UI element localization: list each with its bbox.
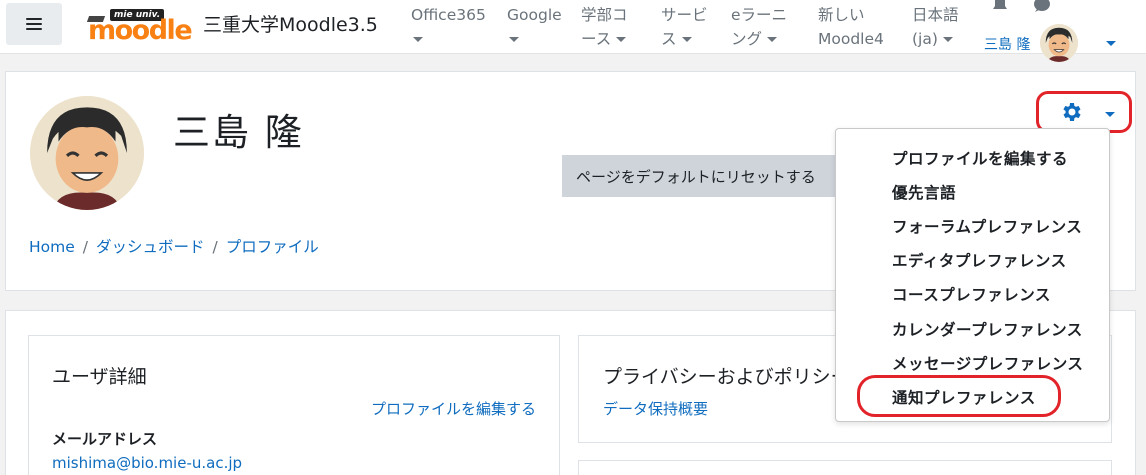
nav-google[interactable]: Google — [507, 3, 562, 51]
menu-item-editor-preferences[interactable]: エディタプレファレンス — [892, 249, 1067, 271]
nav-new-moodle4[interactable]: 新しい Moodle4 — [818, 3, 884, 51]
menu-item-message-preferences[interactable]: メッセージプレファレンス — [892, 352, 1083, 374]
privacy-title: プライバシーおよびポリシー — [603, 366, 850, 388]
menu-item-forum-preferences[interactable]: フォーラムプレファレンス — [892, 215, 1082, 237]
gear-highlight-annotation — [1036, 91, 1132, 133]
breadcrumb: Home / ダッシュボード / プロファイル — [29, 238, 319, 256]
lower-card — [578, 460, 1112, 475]
breadcrumb-profile[interactable]: プロファイル — [226, 238, 319, 256]
notification-bell-icon[interactable] — [991, 0, 1009, 12]
nav-language[interactable]: 日本語 (ja) — [912, 3, 959, 51]
user-details-title: ユーザ詳細 — [52, 366, 147, 388]
user-menu-name[interactable]: 三島 隆 — [984, 34, 1030, 54]
nav-services[interactable]: サービ ス — [661, 3, 708, 51]
nav-elearning[interactable]: eラーニ ング — [731, 3, 787, 51]
email-label: メールアドレス — [52, 430, 158, 448]
top-navbar: mie univ. moodle 三重大学Moodle3.5 Office365… — [0, 0, 1146, 62]
moodle-logo[interactable]: mie univ. moodle — [86, 8, 196, 46]
user-details-card: ユーザ詳細 プロファイルを編集する メールアドレス mishima@bio.mi… — [28, 335, 560, 475]
nav-office365[interactable]: Office365 — [411, 3, 486, 51]
profile-avatar — [30, 96, 144, 210]
message-chat-icon[interactable] — [1032, 0, 1052, 12]
profile-name: 三島 隆 — [173, 111, 304, 154]
menu-item-course-preferences[interactable]: コースプレファレンス — [892, 283, 1051, 305]
data-retention-link[interactable]: データ保持概要 — [603, 398, 708, 419]
notification-highlight-annotation — [857, 375, 1061, 417]
user-menu-caret-icon[interactable] — [1106, 41, 1116, 46]
site-name[interactable]: 三重大学Moodle3.5 — [203, 10, 378, 37]
menu-toggle-button[interactable] — [6, 3, 62, 45]
user-avatar[interactable] — [1040, 24, 1078, 62]
menu-item-preferred-language[interactable]: 優先言語 — [892, 181, 956, 203]
menu-item-calendar-preferences[interactable]: カレンダープレファレンス — [892, 318, 1083, 340]
email-link[interactable]: mishima@bio.mie-u.ac.jp — [52, 454, 242, 472]
edit-profile-link[interactable]: プロファイルを編集する — [371, 398, 536, 419]
breadcrumb-home[interactable]: Home — [29, 238, 75, 256]
nav-faculty-courses[interactable]: 学部コ ース — [581, 3, 628, 51]
hamburger-icon — [26, 18, 42, 31]
menu-item-edit-profile[interactable]: プロファイルを編集する — [892, 147, 1068, 169]
breadcrumb-dashboard[interactable]: ダッシュボード — [96, 238, 205, 256]
